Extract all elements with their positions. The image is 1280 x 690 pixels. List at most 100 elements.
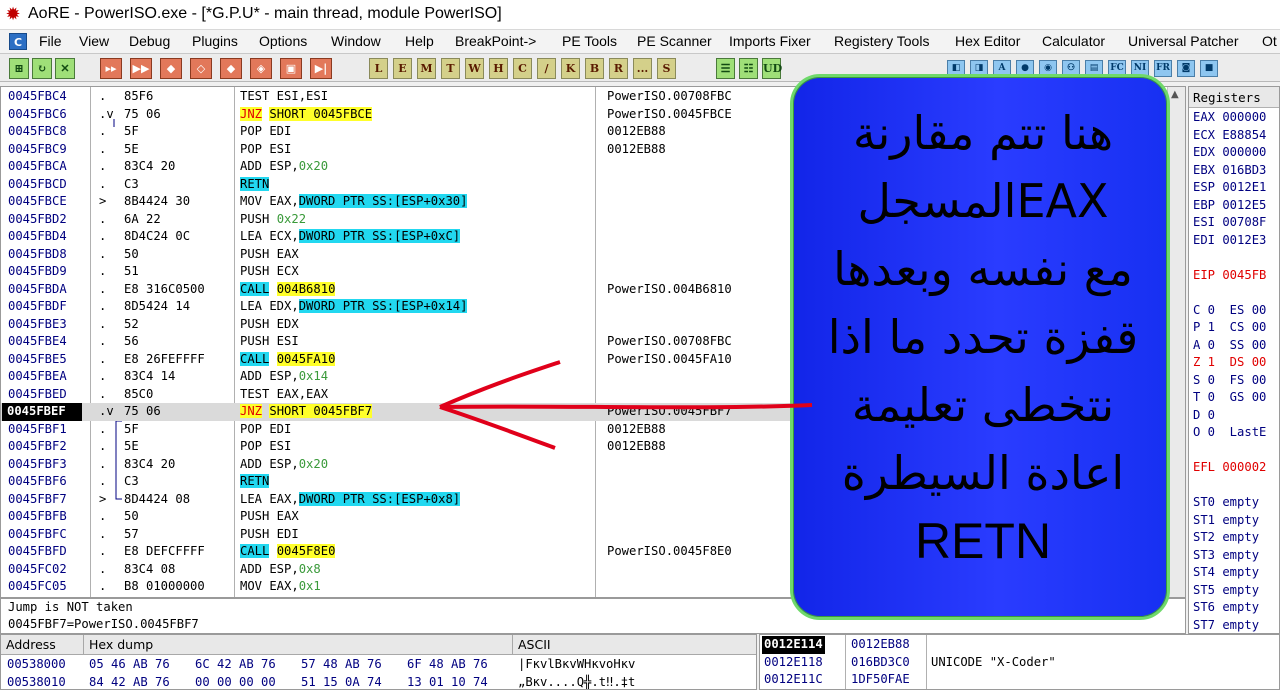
menu-registery-tools[interactable]: Registery Tools <box>834 33 929 49</box>
disasm-address[interactable]: 0045FBFC <box>8 526 67 544</box>
toolbar-view-2-button[interactable]: UD <box>762 58 782 79</box>
disasm-hex[interactable]: C3 <box>124 473 139 491</box>
disasm-instruction[interactable]: CALL 0045F8E0 <box>240 543 336 561</box>
register-line[interactable]: ST4 empty <box>1193 564 1279 582</box>
stack-address[interactable]: 0012E11C <box>762 671 825 689</box>
toolbar-window-12-button[interactable]: S <box>657 58 676 79</box>
toolbar-window-1-button[interactable]: E <box>393 58 412 79</box>
registers-pane[interactable]: Registers EAX 000000 ECX E88854 EDX 000000… <box>1188 86 1280 634</box>
disasm-instruction[interactable]: PUSH EAX <box>240 246 299 264</box>
menu-window[interactable]: Window <box>331 33 381 49</box>
disasm-address[interactable]: 0045FBD4 <box>8 228 67 246</box>
disasm-hex[interactable]: E8 26FEFFFF <box>124 351 205 369</box>
toolbar-trace-5-button[interactable]: ◈ <box>250 58 272 79</box>
menu-calculator[interactable]: Calculator <box>1042 33 1105 49</box>
disasm-hex[interactable]: 75 06 <box>124 403 161 421</box>
menu-pe-tools[interactable]: PE Tools <box>562 33 617 49</box>
disasm-address[interactable]: 0045FBDF <box>8 298 67 316</box>
dump-hex-group[interactable]: 6F 48 AB 76 <box>407 656 488 674</box>
disasm-address[interactable]: 0045FBE3 <box>8 316 67 334</box>
disasm-hex[interactable]: 8D5424 14 <box>124 298 190 316</box>
toolbar-trace-3-button[interactable]: ◇ <box>190 58 212 79</box>
disasm-instruction[interactable]: RETN <box>240 473 270 491</box>
disasm-address[interactable]: 0045FBCD <box>8 176 67 194</box>
register-line[interactable]: ST3 empty <box>1193 547 1279 565</box>
toolbar-run-0-button[interactable]: ⊞ <box>9 58 29 79</box>
stack-value[interactable]: 016BD3C0 <box>851 654 910 672</box>
disasm-address[interactable]: 0045FBCA <box>8 158 67 176</box>
disasm-hex[interactable]: 5F <box>124 123 139 141</box>
disasm-hex[interactable]: 5F <box>124 421 139 439</box>
cpu-window-icon[interactable]: C <box>9 33 27 50</box>
disasm-address[interactable]: 0045FBED <box>8 386 67 404</box>
disasm-instruction[interactable]: ADD ESP,0x20 <box>240 158 328 176</box>
app-bug-icon[interactable]: ✹ <box>3 5 23 25</box>
disasm-instruction[interactable]: PUSH 0x22 <box>240 211 306 229</box>
toolbar-window-8-button[interactable]: K <box>561 58 580 79</box>
menu-debug[interactable]: Debug <box>129 33 170 49</box>
dump-ascii-header[interactable]: ASCII <box>513 635 756 655</box>
disasm-address[interactable]: 0045FBF2 <box>8 438 67 456</box>
toolbar-window-9-button[interactable]: B <box>585 58 604 79</box>
toolbar-window-11-button[interactable]: ... <box>633 58 652 79</box>
disasm-address[interactable]: 0045FBD9 <box>8 263 67 281</box>
toolbar-plugin-11-button[interactable]: ■ <box>1200 60 1218 77</box>
toolbar-trace-7-button[interactable]: ▶| <box>310 58 332 79</box>
disasm-address[interactable]: 0045FBC9 <box>8 141 67 159</box>
toolbar-trace-2-button[interactable]: ◆ <box>160 58 182 79</box>
toolbar-window-6-button[interactable]: C <box>513 58 532 79</box>
disasm-hex[interactable]: 50 <box>124 246 139 264</box>
disasm-hex[interactable]: C3 <box>124 176 139 194</box>
dump-address-header[interactable]: Address <box>1 635 84 655</box>
register-line[interactable]: ST1 empty <box>1193 512 1279 530</box>
dump-hex-header[interactable]: Hex dump <box>84 635 513 655</box>
stack-row[interactable]: 0012E11C 1DF50FAE <box>760 671 1279 689</box>
disasm-address[interactable]: 0045FC05 <box>8 578 67 596</box>
dump-hex-group[interactable]: 05 46 AB 76 <box>89 656 170 674</box>
register-line[interactable]: ST0 empty <box>1193 494 1279 512</box>
disasm-hex[interactable]: 83C4 14 <box>124 368 175 386</box>
dump-ascii[interactable]: „Bκv....Q╬.t‼.‡t <box>518 674 635 690</box>
disasm-hex[interactable]: 6A 22 <box>124 211 161 229</box>
menu-hex-editor[interactable]: Hex Editor <box>955 33 1020 49</box>
register-line[interactable]: Z 1 DS 00 <box>1193 354 1279 372</box>
disasm-address[interactable]: 0045FBFD <box>8 543 67 561</box>
register-line[interactable]: P 1 CS 00 <box>1193 319 1279 337</box>
register-line[interactable]: EBP 0012E5 <box>1193 197 1279 215</box>
disasm-address[interactable]: 0045FBD2 <box>8 211 67 229</box>
register-line[interactable]: ST2 empty <box>1193 529 1279 547</box>
disasm-instruction[interactable]: POP EDI <box>240 421 291 439</box>
dump-ascii[interactable]: |FκvlBκvWHκvoHκv <box>518 656 635 674</box>
disasm-hex[interactable]: 75 06 <box>124 106 161 124</box>
register-line[interactable]: ST7 empty <box>1193 617 1279 634</box>
disasm-address[interactable]: 0045FBC8 <box>8 123 67 141</box>
menu-ot[interactable]: Ot <box>1262 33 1277 49</box>
disasm-address[interactable]: 0045FBF3 <box>8 456 67 474</box>
disasm-hex[interactable]: 83C4 20 <box>124 456 175 474</box>
dump-hex-group[interactable]: 57 48 AB 76 <box>301 656 382 674</box>
disasm-address[interactable]: 0045FBF7 <box>8 491 67 509</box>
stack-row[interactable]: 0012E118 016BD3C0 UNICODE "X-Coder" <box>760 654 1279 672</box>
disasm-instruction[interactable]: PUSH EAX <box>240 508 299 526</box>
disasm-instruction[interactable]: TEST ESI,ESI <box>240 88 328 106</box>
toolbar-trace-0-button[interactable]: ▸▸ <box>100 58 122 79</box>
disasm-instruction[interactable]: PUSH EDI <box>240 526 299 544</box>
dump-row[interactable]: 00538010 84 42 AB 76 00 00 00 00 51 15 0A 7… <box>1 674 756 690</box>
disasm-address[interactable]: 0045FBEA <box>8 368 67 386</box>
register-line[interactable]: ECX E88854 <box>1193 127 1279 145</box>
register-line[interactable]: O 0 LastE <box>1193 424 1279 442</box>
disasm-hex[interactable]: 56 <box>124 333 139 351</box>
disasm-instruction[interactable]: MOV EAX,DWORD PTR SS:[ESP+0x30] <box>240 193 468 211</box>
disasm-instruction[interactable]: POP ESI <box>240 438 291 456</box>
register-line[interactable]: ST5 empty <box>1193 582 1279 600</box>
disasm-hex[interactable]: 57 <box>124 526 139 544</box>
register-line[interactable]: EDX 000000 <box>1193 144 1279 162</box>
hex-dump-pane[interactable]: Address Hex dump ASCII 00538000 05 46 AB … <box>0 634 757 690</box>
disasm-hex[interactable]: 8D4C24 0C <box>124 228 190 246</box>
disasm-hex[interactable]: 85C0 <box>124 386 153 404</box>
toolbar-window-10-button[interactable]: R <box>609 58 628 79</box>
disasm-instruction[interactable]: LEA EAX,DWORD PTR SS:[ESP+0x8] <box>240 491 461 509</box>
register-line[interactable]: C 0 ES 00 <box>1193 302 1279 320</box>
register-line[interactable]: EFL 000002 <box>1193 459 1279 477</box>
disasm-instruction[interactable]: PUSH EDX <box>240 316 299 334</box>
